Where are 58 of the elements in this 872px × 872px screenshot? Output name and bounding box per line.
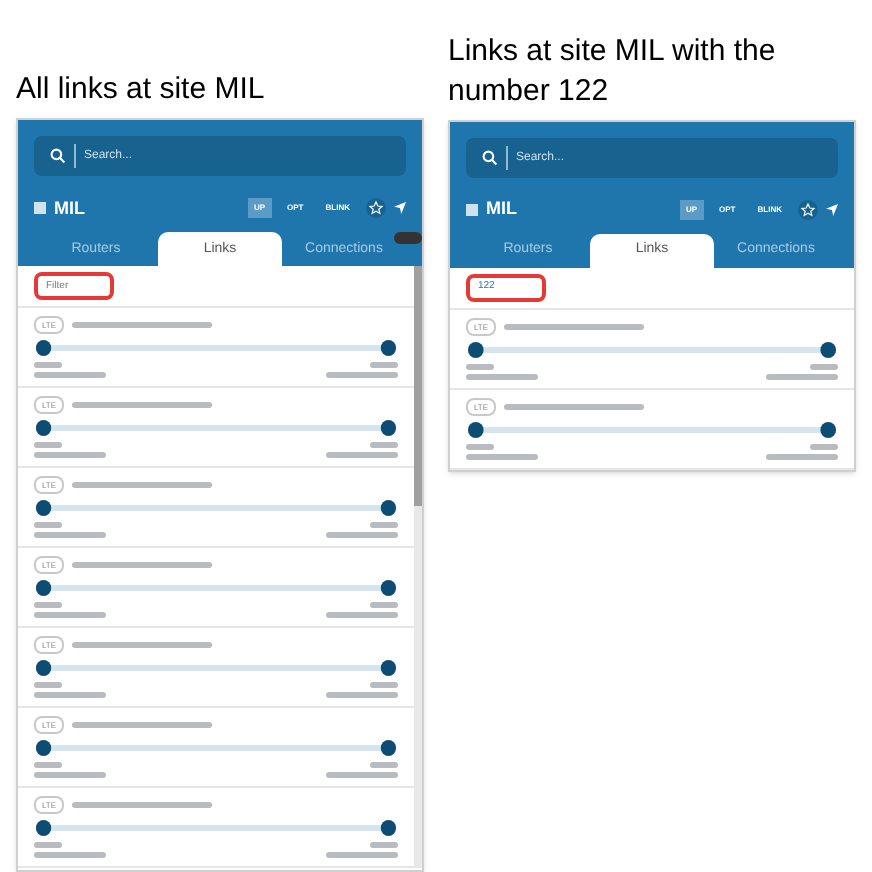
site-name: MIL [486,196,517,223]
illegible-text [326,372,398,379]
illegible-text [34,522,62,529]
illegible-text [34,692,106,699]
illegible-text [72,402,213,409]
illegible-text [766,454,838,460]
illegible-text [370,522,398,529]
star-icon[interactable] [798,200,818,220]
illegible-text [326,692,398,699]
illegible-text [326,772,398,779]
search-icon [50,148,66,165]
illegible-text [370,362,398,369]
illegible-text [326,532,398,539]
illegible-text [466,364,494,370]
star-icon[interactable] [366,198,386,219]
illegible-text [326,452,398,459]
caption: Links at site MIL with the number 122 [448,32,778,112]
caption: All links at site MIL [16,70,265,111]
illegible-text [370,442,398,449]
illegible-text [34,602,62,609]
illegible-text [766,374,838,380]
illegible-text [72,642,213,649]
illegible-text [370,842,398,849]
illegible-text [34,532,106,539]
illegible-text [370,762,398,769]
search-icon [482,150,498,166]
site-name: MIL [54,195,85,222]
illegible-text [72,802,213,809]
illegible-text [34,442,62,449]
illegible-text [34,852,106,859]
illegible-text [370,682,398,689]
site-icon [34,202,46,215]
illegible-text [72,722,213,729]
illegible-text [34,452,106,459]
illegible-text [326,852,398,859]
illegible-text [504,324,645,330]
illegible-text [34,372,106,379]
illegible-text [34,362,62,369]
illegible-text [34,612,106,619]
illegible-text [326,612,398,619]
illegible-text [72,482,213,489]
send-icon[interactable] [826,204,838,216]
illegible-text [34,762,62,769]
illegible-text [34,682,62,689]
illegible-text [34,842,62,849]
site-icon [466,204,478,216]
illegible-text [34,772,106,779]
illegible-text [370,602,398,609]
illegible-text [504,404,645,410]
scrollbar[interactable] [414,266,422,869]
send-icon[interactable] [394,202,406,215]
illegible-text [466,374,538,380]
illegible-text [72,322,213,329]
illegible-text [466,454,538,460]
illegible-text [466,444,494,450]
illegible-text [810,444,838,450]
illegible-text [72,562,213,569]
illegible-text [810,364,838,370]
